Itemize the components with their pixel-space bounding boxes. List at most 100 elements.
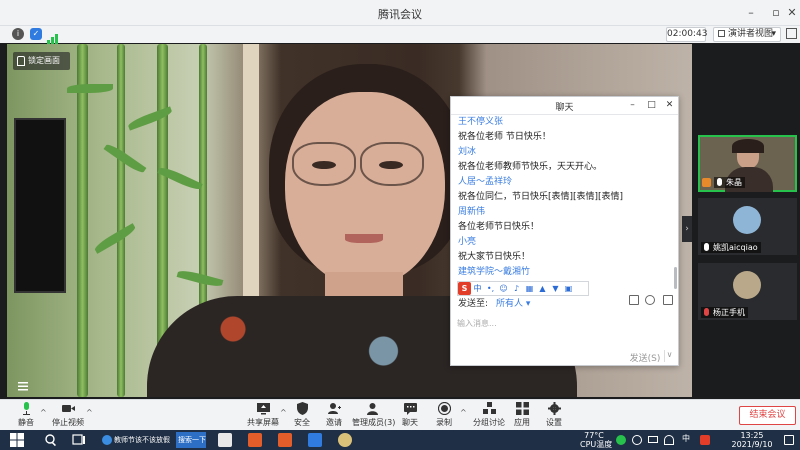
- participant-name: 朱晶: [726, 178, 742, 187]
- powerpoint-icon[interactable]: [248, 433, 262, 447]
- ime-punctuation-icon[interactable]: •,: [484, 282, 497, 295]
- chat-label: 聊天: [402, 418, 418, 427]
- bamboo-stalk: [77, 44, 88, 397]
- microphone-icon: [22, 402, 30, 415]
- participant-tile[interactable]: 朱晶: [698, 135, 797, 192]
- record-options-chevron-icon[interactable]: ^: [460, 408, 467, 417]
- view-mode-label: 演讲者视图: [728, 29, 774, 39]
- info-icon[interactable]: i: [12, 28, 24, 40]
- chat-bubble-icon: [403, 403, 417, 415]
- ime-toolbar[interactable]: S 中 •, ☺ ♪ ▦ ▲ ▼ ▣: [457, 281, 589, 296]
- stop-video-button[interactable]: 停止视频: [52, 402, 84, 430]
- send-button[interactable]: 发送(S): [629, 351, 661, 364]
- file-manager-icon[interactable]: [218, 433, 232, 447]
- tencent-meeting-taskbar-icon[interactable]: [308, 433, 322, 447]
- breakout-rooms-button[interactable]: 分组讨论: [472, 402, 506, 430]
- speaker-face: [285, 92, 445, 287]
- ime-chinese-mode[interactable]: 中: [471, 282, 484, 295]
- image-icon[interactable]: [629, 295, 639, 305]
- meeting-timer: 02:00:43: [666, 27, 707, 42]
- clock-time: 13:25: [740, 431, 764, 440]
- mute-button[interactable]: 静音: [14, 402, 38, 430]
- members-icon: [366, 403, 378, 415]
- sogou-logo-icon[interactable]: S: [458, 282, 471, 295]
- share-screen-button[interactable]: 共享屏幕: [246, 402, 280, 430]
- record-label: 录制: [436, 418, 452, 427]
- search-icon[interactable]: [44, 433, 58, 447]
- collapse-sidebar-button[interactable]: ›: [682, 216, 692, 242]
- chat-message-text: 祝大家节日快乐！: [458, 252, 531, 262]
- windows-start-icon[interactable]: [10, 433, 24, 447]
- clock[interactable]: 13:25 2021/9/10: [730, 431, 774, 449]
- task-view-icon[interactable]: [72, 433, 86, 447]
- chat-scrollbar[interactable]: [674, 267, 677, 289]
- sogou-tray-icon[interactable]: [700, 435, 710, 445]
- video-options-chevron-icon[interactable]: ^: [86, 408, 93, 417]
- file-icon[interactable]: [663, 295, 673, 305]
- app-icon[interactable]: [278, 433, 292, 447]
- chat-minimize-button[interactable]: –: [627, 100, 638, 111]
- chat-maximize-button[interactable]: □: [646, 100, 657, 111]
- ime-skin-icon[interactable]: ▲: [536, 282, 549, 295]
- user-settings-icon[interactable]: [645, 295, 655, 305]
- participant-tile[interactable]: 杨正手机: [698, 263, 797, 320]
- chat-button[interactable]: 聊天: [400, 402, 420, 430]
- menu-icon[interactable]: [18, 381, 28, 391]
- add-user-icon: [327, 403, 341, 414]
- settings-button[interactable]: 设置: [544, 402, 564, 430]
- cpu-temperature-widget[interactable]: 77°C CPU温度: [580, 431, 613, 449]
- apps-label: 应用: [514, 418, 530, 427]
- end-meeting-button[interactable]: 结束会议: [739, 406, 796, 425]
- chat-sender-name: 王不停义张: [458, 117, 504, 127]
- taskbar-search-button[interactable]: 搜索一下: [176, 432, 206, 448]
- ime-voice-icon[interactable]: ♪: [510, 282, 523, 295]
- chat-message-text: 各位老师节日快乐！: [458, 222, 540, 232]
- share-screen-icon: [256, 403, 270, 415]
- send-to-row: 发送至: 所有人 ▾: [458, 296, 530, 309]
- share-screen-label: 共享屏幕: [247, 418, 279, 427]
- view-mode-dropdown[interactable]: 演讲者视图 ▾: [713, 27, 781, 42]
- wechat-tray-icon[interactable]: [616, 435, 626, 445]
- chat-message-text: 祝各位同仁，节日快乐[表情][表情][表情]: [458, 192, 624, 202]
- apps-button[interactable]: 应用: [512, 402, 532, 430]
- signal-icon[interactable]: [47, 29, 59, 44]
- tray-app-icon[interactable]: [632, 435, 642, 445]
- manage-members-button[interactable]: 管理成员(3): [352, 402, 395, 430]
- minimize-button[interactable]: –: [742, 4, 760, 22]
- ime-grid-icon[interactable]: ▣: [562, 282, 575, 295]
- security-button[interactable]: 安全: [292, 402, 312, 430]
- ime-indicator[interactable]: 中: [682, 433, 690, 444]
- paint-icon[interactable]: [338, 433, 352, 447]
- lock-view-label: 锁定画面: [28, 56, 60, 65]
- video-camera-icon: [61, 405, 75, 412]
- cpu-temperature-value: 77°C: [584, 431, 604, 440]
- fullscreen-icon[interactable]: [786, 28, 797, 39]
- send-options-chevron-icon[interactable]: ∨: [664, 350, 674, 362]
- chat-close-button[interactable]: ✕: [664, 100, 675, 111]
- send-to-dropdown[interactable]: 所有人 ▾: [496, 299, 530, 309]
- ime-keyboard-icon[interactable]: ▦: [523, 282, 536, 295]
- record-button[interactable]: 录制: [434, 402, 454, 430]
- breakout-icon: [482, 402, 496, 414]
- title-bar: 腾讯会议 – ▫ ✕: [0, 0, 800, 26]
- participant-tile[interactable]: 姚凯aicqiao: [698, 198, 797, 255]
- chat-message-input[interactable]: [457, 310, 671, 336]
- eye-left: [312, 161, 336, 169]
- close-button[interactable]: ✕: [783, 4, 800, 22]
- invite-button[interactable]: 邀请: [324, 402, 344, 430]
- battery-icon[interactable]: [648, 436, 658, 443]
- chat-panel: 聊天 – □ ✕ 王不停义张 祝各位老师 节日快乐！ 刘冰 祝各位老师教师节快乐，天天…: [450, 96, 679, 366]
- eye-right: [379, 161, 403, 169]
- mute-options-chevron-icon[interactable]: ^: [40, 408, 47, 417]
- wifi-icon[interactable]: [664, 435, 674, 445]
- taskbar-browser-window[interactable]: 教师节该不该放假: [100, 432, 174, 448]
- cpu-temperature-label: CPU温度: [580, 440, 613, 449]
- notification-icon[interactable]: [784, 435, 794, 445]
- ime-shirt-icon[interactable]: ▼: [549, 282, 562, 295]
- lock-view-button[interactable]: 锁定画面: [13, 52, 70, 70]
- share-options-chevron-icon[interactable]: ^: [280, 408, 287, 417]
- chat-message-list[interactable]: 王不停义张 祝各位老师 节日快乐！ 刘冰 祝各位老师教师节快乐，天天开心。 人居～孟祥玲…: [458, 115, 672, 290]
- clock-date: 2021/9/10: [731, 440, 773, 449]
- shield-icon[interactable]: ✓: [30, 28, 42, 40]
- ime-emoji-icon[interactable]: ☺: [497, 282, 510, 295]
